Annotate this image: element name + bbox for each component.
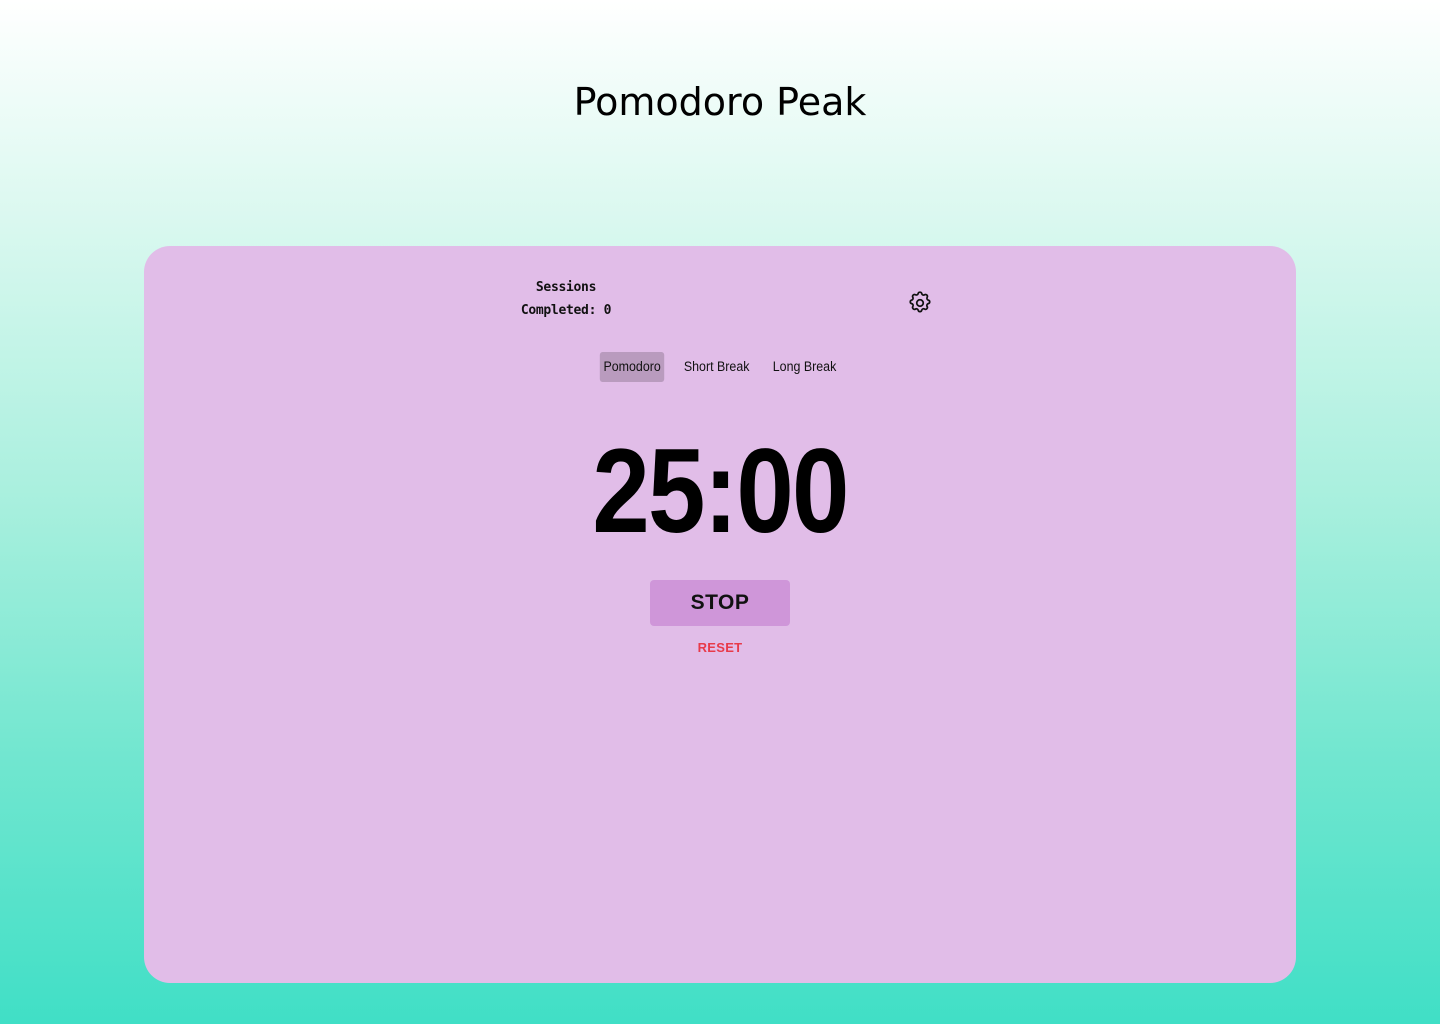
stop-button[interactable]: STOP <box>650 580 790 626</box>
tab-long-break[interactable]: Long Break <box>769 352 840 382</box>
sessions-completed-value: Completed: 0 <box>520 303 612 318</box>
sessions-label: Sessions <box>535 280 597 295</box>
tab-pomodoro[interactable]: Pomodoro <box>599 352 665 382</box>
tab-short-break[interactable]: Short Break <box>680 352 753 382</box>
gear-icon <box>909 291 931 313</box>
timer-display: 25:00 <box>592 424 849 558</box>
settings-button[interactable] <box>907 290 933 316</box>
sessions-counter: Sessions Completed: 0 <box>516 276 616 322</box>
app-title: Pomodoro Peak <box>573 80 867 124</box>
reset-button[interactable]: RESET <box>670 638 770 657</box>
timer-card: Sessions Completed: 0 Pomodoro Short Bre… <box>144 246 1296 983</box>
mode-tabs: Pomodoro Short Break Long Break <box>144 352 1296 382</box>
